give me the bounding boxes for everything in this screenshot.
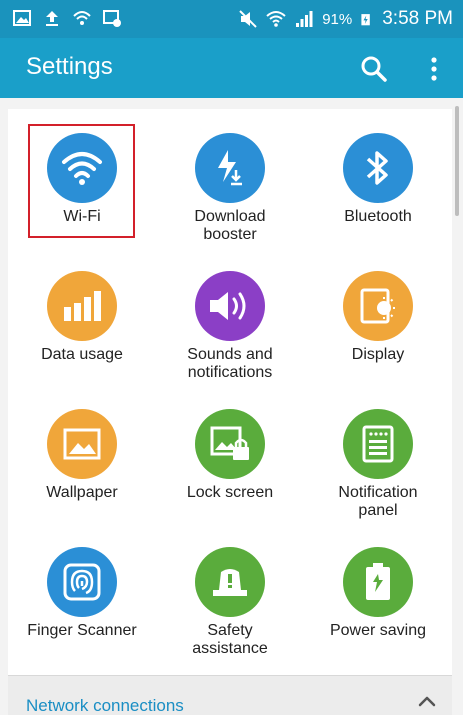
scrollbar[interactable]: [455, 106, 459, 216]
fingerprint-icon: [47, 547, 117, 617]
settings-grid: Wi-Fi Download booster Bluetooth Data us…: [8, 109, 452, 675]
bluetooth-icon: [343, 133, 413, 203]
app-bar: Settings: [0, 38, 463, 98]
wifi-icon: [266, 11, 286, 27]
status-bar: 91% 3:58 PM: [0, 0, 463, 38]
section-network-connections[interactable]: Network connections: [8, 675, 452, 715]
notification-panel-icon: [343, 409, 413, 479]
tile-safety-assistance[interactable]: Safety assistance: [156, 523, 304, 661]
status-left-icons: [12, 8, 122, 28]
tile-finger-scanner[interactable]: Finger Scanner: [8, 523, 156, 661]
tile-label: Bluetooth: [344, 208, 412, 225]
tile-label: Notification panel: [338, 484, 418, 519]
more-vert-icon[interactable]: [424, 53, 444, 85]
photo-notification-icon: [103, 10, 121, 27]
page-title: Settings: [26, 53, 113, 80]
highlight-box: [28, 124, 135, 238]
tile-label: Sounds and notifications: [187, 346, 273, 381]
battery-charging-icon: [361, 14, 371, 26]
mute-icon: [239, 10, 257, 28]
section-title: Network connections: [26, 696, 184, 715]
battery-percent: 91%: [322, 10, 353, 28]
tile-sounds-notifications[interactable]: Sounds and notifications: [156, 247, 304, 385]
chevron-up-icon[interactable]: [418, 694, 436, 708]
tile-label: Download booster: [194, 208, 266, 243]
data-usage-icon: [47, 271, 117, 341]
tile-wallpaper[interactable]: Wallpaper: [8, 385, 156, 523]
tile-label: Finger Scanner: [27, 622, 137, 639]
signal-icon: [296, 11, 313, 27]
status-time: 3:58 PM: [382, 8, 453, 29]
display-icon: [343, 271, 413, 341]
tile-display[interactable]: Display: [304, 247, 452, 385]
speaker-icon: [195, 271, 265, 341]
tile-lock-screen[interactable]: Lock screen: [156, 385, 304, 523]
download-booster-icon: [195, 133, 265, 203]
safety-icon: [195, 547, 265, 617]
search-icon[interactable]: [358, 53, 390, 85]
status-right-icons: 91% 3:58 PM: [238, 8, 453, 30]
tile-power-saving[interactable]: Power saving: [304, 523, 452, 661]
tile-label: Data usage: [41, 346, 123, 363]
tile-bluetooth[interactable]: Bluetooth: [304, 109, 452, 247]
tile-label: Lock screen: [186, 484, 274, 501]
wifi-icon: [73, 11, 91, 25]
settings-scroll-area[interactable]: Wi-Fi Download booster Bluetooth Data us…: [0, 98, 463, 715]
upload-icon: [46, 11, 58, 26]
wallpaper-icon: [47, 409, 117, 479]
tile-label: Display: [351, 346, 405, 363]
tile-download-booster[interactable]: Download booster: [156, 109, 304, 247]
tile-data-usage[interactable]: Data usage: [8, 247, 156, 385]
power-saving-icon: [343, 547, 413, 617]
lock-screen-icon: [195, 409, 265, 479]
tile-label: Safety assistance: [192, 622, 268, 657]
tile-label: Power saving: [329, 622, 427, 639]
tile-notification-panel[interactable]: Notification panel: [304, 385, 452, 523]
picture-icon: [13, 10, 31, 26]
tile-label: Wallpaper: [46, 484, 118, 501]
